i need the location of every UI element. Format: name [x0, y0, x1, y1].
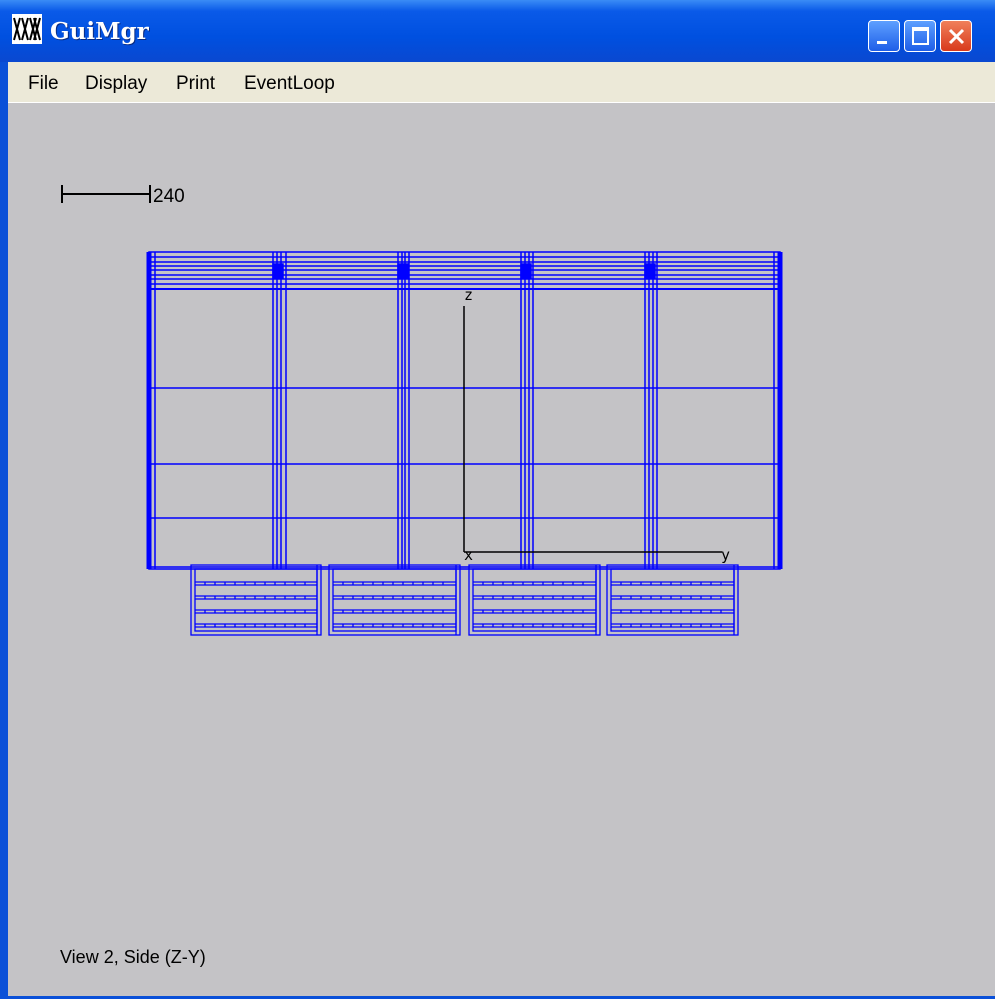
axis-label-y: y — [721, 546, 731, 564]
axis-label-z: z — [464, 286, 474, 304]
lower-modules — [190, 564, 739, 636]
wireframe-canvas — [61, 185, 783, 636]
view-status-text: View 2, Side (Z-Y) — [60, 947, 206, 967]
app-window: GuiMgr File Display Print EventLoop 240 … — [0, 0, 995, 999]
scale-bar — [61, 185, 151, 203]
coordinate-axes — [463, 306, 722, 553]
scale-label: 240 — [153, 186, 185, 207]
axis-label-x: x — [464, 546, 474, 564]
